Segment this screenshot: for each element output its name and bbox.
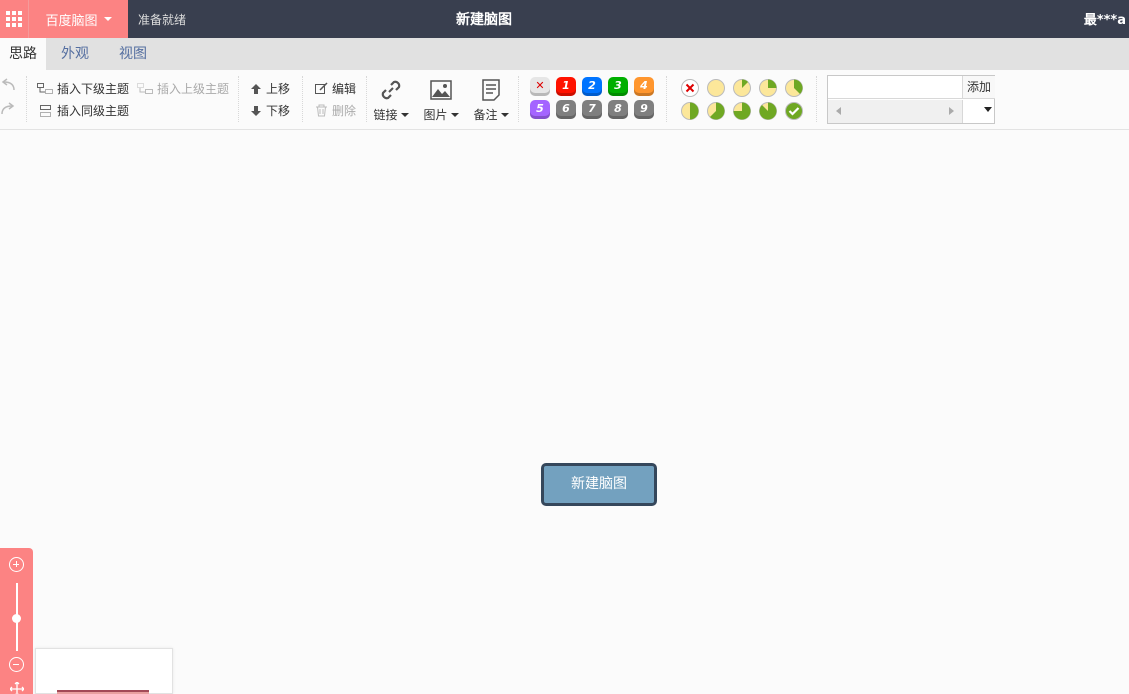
priority-3-button[interactable]: 3 bbox=[608, 77, 628, 96]
note-icon bbox=[482, 79, 500, 101]
move-down-label: 下移 bbox=[266, 104, 291, 118]
edit-button[interactable]: 编辑 bbox=[315, 80, 356, 97]
priority-5-button[interactable]: 5 bbox=[530, 100, 550, 119]
tab-bar: 思路 外观 视图 bbox=[0, 38, 1129, 70]
image-icon bbox=[430, 80, 452, 100]
chevron-down-icon bbox=[450, 112, 459, 117]
chevron-down-icon bbox=[500, 112, 509, 117]
progress-7-8-button[interactable] bbox=[758, 101, 778, 121]
insert-child-label: 插入下级主题 bbox=[57, 82, 130, 96]
move-up-button[interactable]: 上移 bbox=[250, 80, 290, 97]
edit-label: 编辑 bbox=[332, 82, 357, 96]
toolbar-divider bbox=[816, 76, 817, 122]
priority-1-button[interactable]: 1 bbox=[556, 77, 576, 96]
chevron-down-icon bbox=[400, 112, 409, 117]
priority-9-button[interactable]: 9 bbox=[634, 100, 654, 119]
progress-0-button[interactable] bbox=[706, 78, 726, 98]
save-status: 准备就绪 bbox=[138, 13, 187, 27]
tab-view[interactable]: 视图 bbox=[104, 38, 162, 70]
note-button[interactable]: 备注 bbox=[470, 78, 512, 123]
redo-icon[interactable] bbox=[0, 102, 18, 116]
zoom-in-icon[interactable] bbox=[9, 557, 24, 572]
image-label: 图片 bbox=[423, 108, 448, 122]
link-button[interactable]: 链接 bbox=[370, 78, 412, 123]
progress-remove-button[interactable] bbox=[680, 78, 700, 98]
insert-parent-button[interactable]: 插入上级主题 bbox=[137, 80, 229, 97]
add-resource-button[interactable]: 添加 bbox=[963, 76, 995, 99]
toolbar-divider bbox=[26, 76, 27, 122]
tab-appearance[interactable]: 外观 bbox=[46, 38, 104, 70]
progress-3-4-button[interactable] bbox=[732, 101, 752, 121]
root-topic-node[interactable]: 新建脑图 bbox=[541, 463, 657, 506]
note-label: 备注 bbox=[473, 108, 498, 122]
zoom-panel bbox=[0, 548, 33, 694]
move-down-button[interactable]: 下移 bbox=[250, 102, 290, 119]
priority-7-button[interactable]: 7 bbox=[582, 100, 602, 119]
toolbar-divider bbox=[238, 76, 239, 122]
delete-button[interactable]: 删除 bbox=[315, 102, 356, 119]
app-menu-button[interactable] bbox=[0, 0, 28, 38]
priority-remove-button[interactable]: ✕ bbox=[530, 77, 550, 96]
insert-sibling-button[interactable]: 插入同级主题 bbox=[37, 102, 129, 119]
progress-1-2-button[interactable] bbox=[680, 101, 700, 121]
tab-idea[interactable]: 思路 bbox=[0, 38, 46, 70]
trash-icon bbox=[316, 104, 327, 117]
toolbar-divider bbox=[666, 76, 667, 122]
brand-menu-button[interactable]: 百度脑图 bbox=[28, 0, 128, 38]
progress-1-4-button[interactable] bbox=[758, 78, 778, 98]
resource-panel: 添加 bbox=[827, 75, 995, 124]
document-title[interactable]: 新建脑图 bbox=[384, 9, 584, 29]
priority-6-button[interactable]: 6 bbox=[556, 100, 576, 119]
progress-5-8-button[interactable] bbox=[706, 101, 726, 121]
link-icon bbox=[381, 80, 401, 100]
insert-parent-label: 插入上级主题 bbox=[157, 82, 230, 96]
top-bar: 百度脑图 准备就绪 新建脑图 最***a bbox=[0, 0, 1129, 38]
progress-3-8-button[interactable] bbox=[784, 78, 804, 98]
grid-icon bbox=[6, 11, 22, 27]
priority-4-button[interactable]: 4 bbox=[634, 77, 654, 96]
insert-sibling-icon bbox=[40, 104, 51, 117]
minimap-viewport bbox=[57, 690, 149, 694]
move-icon[interactable] bbox=[10, 682, 24, 694]
horizontal-scrollbar[interactable] bbox=[828, 100, 963, 123]
scroll-left-icon[interactable] bbox=[836, 107, 841, 115]
image-button[interactable]: 图片 bbox=[420, 78, 462, 123]
chevron-down-icon bbox=[103, 17, 112, 21]
insert-sibling-label: 插入同级主题 bbox=[57, 104, 130, 118]
priority-2-button[interactable]: 2 bbox=[582, 77, 602, 96]
toolbar-divider bbox=[366, 76, 367, 122]
pencil-icon bbox=[315, 82, 328, 94]
progress-1-8-button[interactable] bbox=[732, 78, 752, 98]
resource-input[interactable] bbox=[828, 76, 963, 99]
priority-8-button[interactable]: 8 bbox=[608, 100, 628, 119]
toolbar-divider bbox=[302, 76, 303, 122]
toolbar-divider bbox=[518, 76, 519, 122]
progress-done-button[interactable] bbox=[784, 101, 804, 121]
arrow-down-icon bbox=[251, 105, 261, 116]
toolbar: 插入下级主题 插入上级主题 插入同级主题 上移 下移 编辑 删除 链接 图片 备… bbox=[0, 70, 1129, 130]
arrow-up-icon bbox=[251, 83, 261, 94]
undo-icon[interactable] bbox=[0, 78, 18, 92]
insert-child-icon bbox=[37, 82, 53, 94]
delete-label: 删除 bbox=[332, 104, 357, 118]
zoom-slider-handle[interactable] bbox=[12, 614, 21, 623]
insert-parent-icon bbox=[137, 82, 153, 94]
brand-label: 百度脑图 bbox=[45, 13, 98, 29]
link-label: 链接 bbox=[373, 108, 398, 122]
minimap[interactable] bbox=[35, 648, 173, 694]
resource-dropdown-icon[interactable] bbox=[984, 107, 992, 112]
zoom-out-icon[interactable] bbox=[9, 657, 24, 672]
user-name[interactable]: 最***a bbox=[1084, 9, 1126, 28]
insert-child-button[interactable]: 插入下级主题 bbox=[37, 80, 129, 97]
scroll-right-icon[interactable] bbox=[949, 107, 954, 115]
move-up-label: 上移 bbox=[266, 82, 291, 96]
